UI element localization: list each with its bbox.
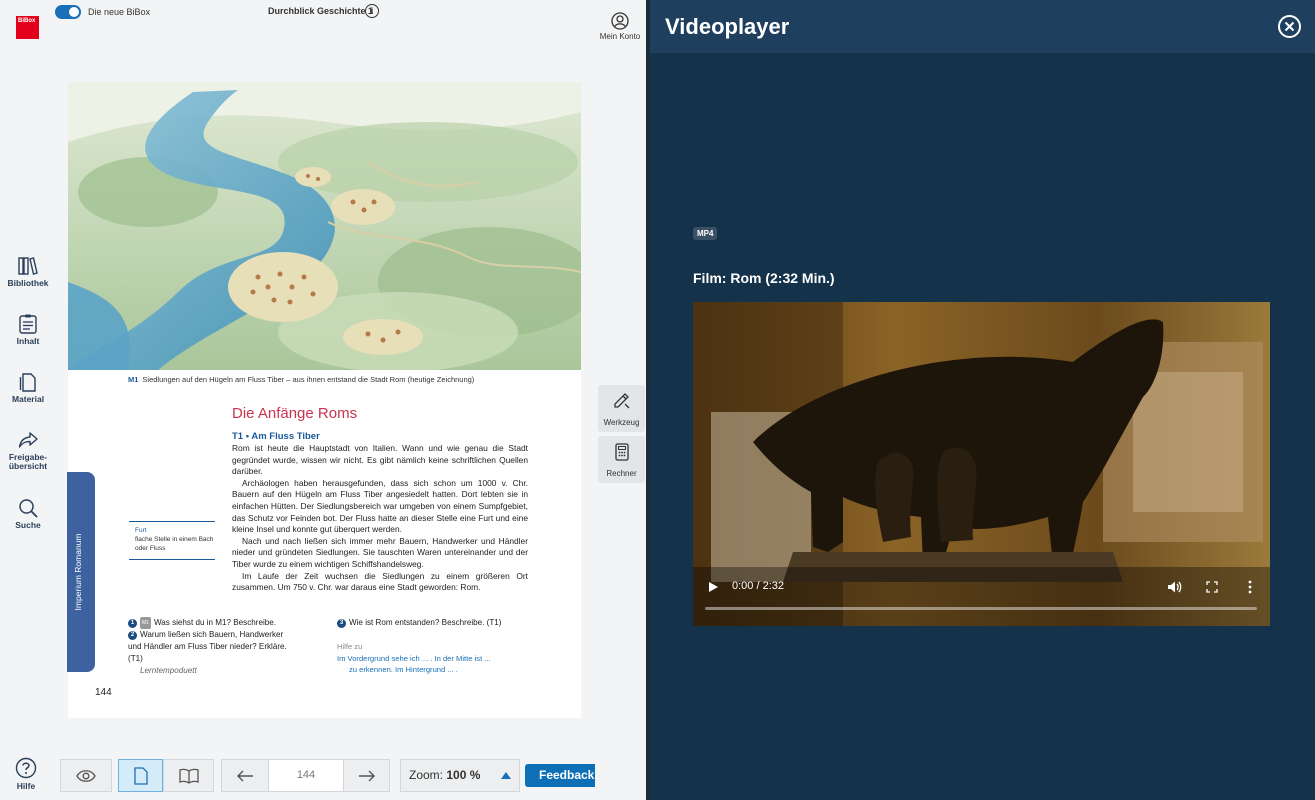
task-badge: M1 [140, 617, 151, 629]
feedback-button[interactable]: Feedback [525, 764, 595, 787]
nav-item-label: Bibliothek [7, 278, 49, 288]
page-number-input[interactable]: 144 [268, 759, 344, 792]
paragraph: Archäologen haben herausgefunden, dass s… [232, 477, 528, 535]
page-number: 144 [95, 687, 112, 698]
bibox-logo[interactable]: BiBox [16, 16, 39, 39]
chapter-tab-label: Imperium Romanum [73, 533, 83, 611]
search-icon [19, 499, 38, 518]
help-label: Hilfe [16, 781, 36, 791]
zoom-value: 100 % [446, 768, 481, 782]
rechner-label: Rechner [606, 469, 637, 478]
body-text: Rom ist heute die Hauptstadt von Italien… [232, 443, 528, 594]
help-title: Hilfe zu [337, 642, 363, 651]
pencil-ruler-icon [613, 393, 629, 409]
glossary-definition: flache Stelle in einem Bach oder Fluss [135, 536, 214, 552]
info-icon[interactable]: i [365, 4, 379, 18]
arrow-left-icon [237, 770, 253, 781]
figure-caption: M1 Siedlungen auf den Hügeln am Fluss Tib… [128, 375, 474, 384]
eye-icon [76, 769, 96, 782]
werkzeug-label: Werkzeug [603, 418, 640, 427]
task-1: 1 M1 Was siehst du in M1? Beschreibe. [128, 617, 328, 629]
video-panel-header: Videoplayer [650, 0, 1315, 53]
book-title: Durchblick Geschichte 1 [268, 6, 374, 16]
task-text: Wie ist Rom entstanden? Beschreibe. (T1) [349, 618, 502, 627]
chapter-tab[interactable]: Imperium Romanum [67, 472, 95, 672]
calculator-icon [614, 443, 629, 461]
account-label: Mein Konto [599, 32, 641, 41]
close-button[interactable] [1278, 15, 1301, 38]
video-frame[interactable]: 0:00 / 2:32 [693, 302, 1270, 626]
close-icon [1284, 21, 1295, 32]
account-button[interactable]: Mein Konto [596, 12, 644, 41]
task-help-box: Hilfe zu Im Vordergrund sehe ich ... . I… [337, 641, 567, 676]
task-number: 2 [128, 631, 137, 640]
help-icon [15, 757, 37, 779]
nav-item-material[interactable]: Material [0, 371, 56, 429]
figure-caption-text: Siedlungen auf den Hügeln am Fluss Tiber… [142, 375, 475, 384]
nav-item-suche[interactable]: Suche [0, 497, 56, 555]
fullscreen-icon[interactable] [1206, 581, 1218, 593]
share-icon [18, 432, 38, 448]
task-number: 1 [128, 619, 137, 628]
werkzeug-button[interactable]: Werkzeug [598, 385, 645, 432]
caret-up-icon [501, 772, 511, 779]
material-icon [19, 373, 36, 392]
new-bibox-toggle[interactable] [55, 5, 81, 19]
rechner-button[interactable]: Rechner [598, 436, 645, 483]
nav-item-bibliothek[interactable]: Bibliothek [0, 255, 56, 313]
task-3: 3 Wie ist Rom entstanden? Beschreibe. (T1… [337, 617, 567, 629]
help-button[interactable]: Hilfe [8, 757, 44, 791]
page-heading: Die Anfänge Roms [232, 405, 358, 422]
figure-label: M1 [128, 375, 139, 384]
bibox-reader: BiBox Die neue BiBox Durchblick Geschich… [0, 0, 648, 800]
single-page-button[interactable] [118, 759, 163, 792]
format-badge: MP4 [693, 227, 718, 240]
play-icon[interactable] [707, 581, 719, 593]
section-title: T1 • Am Fluss Tiber [232, 431, 320, 442]
paragraph: Nach und nach ließen sich immer mehr Bau… [232, 535, 528, 569]
new-bibox-toggle-label: Die neue BiBox [88, 7, 151, 17]
glossary-term: Furt [135, 527, 147, 534]
nav-item-freigabeuebersicht[interactable]: Freigabe- übersicht [0, 429, 56, 497]
nav-item-label: Inhalt [16, 336, 40, 346]
task-number: 3 [337, 619, 346, 628]
library-icon [18, 257, 38, 275]
single-page-icon [133, 766, 148, 785]
zoom-label: Zoom: [409, 768, 444, 782]
progress-bar[interactable] [705, 607, 1257, 610]
contents-icon [19, 314, 37, 334]
paragraph: Rom ist heute die Hauptstadt von Italien… [232, 443, 528, 477]
video-player-panel: Videoplayer MP4 Film: Rom (2:32 Min.) 0:… [650, 0, 1315, 800]
task-text: Warum ließen sich Bauern, Handwerker und… [128, 630, 287, 663]
nav-item-label: Suche [15, 520, 41, 530]
next-page-button[interactable] [343, 759, 390, 792]
zoom-select[interactable]: Zoom: 100 % [400, 759, 520, 792]
help-line: zu erkennen. Im Hintergrund ... . [349, 665, 458, 674]
film-title: Film: Rom (2:32 Min.) [693, 270, 835, 286]
book-page: M1 Siedlungen auf den Hügeln am Fluss Tib… [67, 82, 581, 718]
nav-item-inhalt[interactable]: Inhalt [0, 313, 56, 371]
task-2: 2 Warum ließen sich Bauern, Handwerker un… [128, 629, 293, 677]
nav-item-label: Material [11, 394, 45, 404]
more-options-icon[interactable] [1247, 580, 1253, 594]
volume-icon[interactable] [1167, 580, 1182, 594]
glossary-box: Furt flache Stelle in einem Bach oder Fl… [129, 521, 215, 560]
previous-page-button[interactable] [221, 759, 269, 792]
user-icon [611, 12, 629, 30]
video-controls: 0:00 / 2:32 [693, 570, 1270, 626]
side-navigation: Bibliothek Inhalt Material Freigabe- übe… [0, 255, 56, 555]
tiber-settlements-illustration [68, 82, 581, 370]
time-display: 0:00 / 2:32 [732, 580, 784, 592]
task-text: Was siehst du in M1? Beschreibe. [153, 618, 277, 627]
arrow-right-icon [358, 770, 375, 781]
open-book-icon [178, 768, 199, 784]
double-page-button[interactable] [163, 759, 214, 792]
video-panel-title: Videoplayer [665, 14, 790, 39]
help-line: Im Vordergrund sehe ich ... . In der Mit… [337, 653, 491, 663]
nav-item-label-line2: übersicht [8, 461, 48, 471]
paragraph: Im Laufe der Zeit wuchsen die Siedlungen… [232, 570, 528, 593]
view-toggle-button[interactable] [60, 759, 112, 792]
task-method-hint: Lerntempoduett [140, 666, 197, 675]
